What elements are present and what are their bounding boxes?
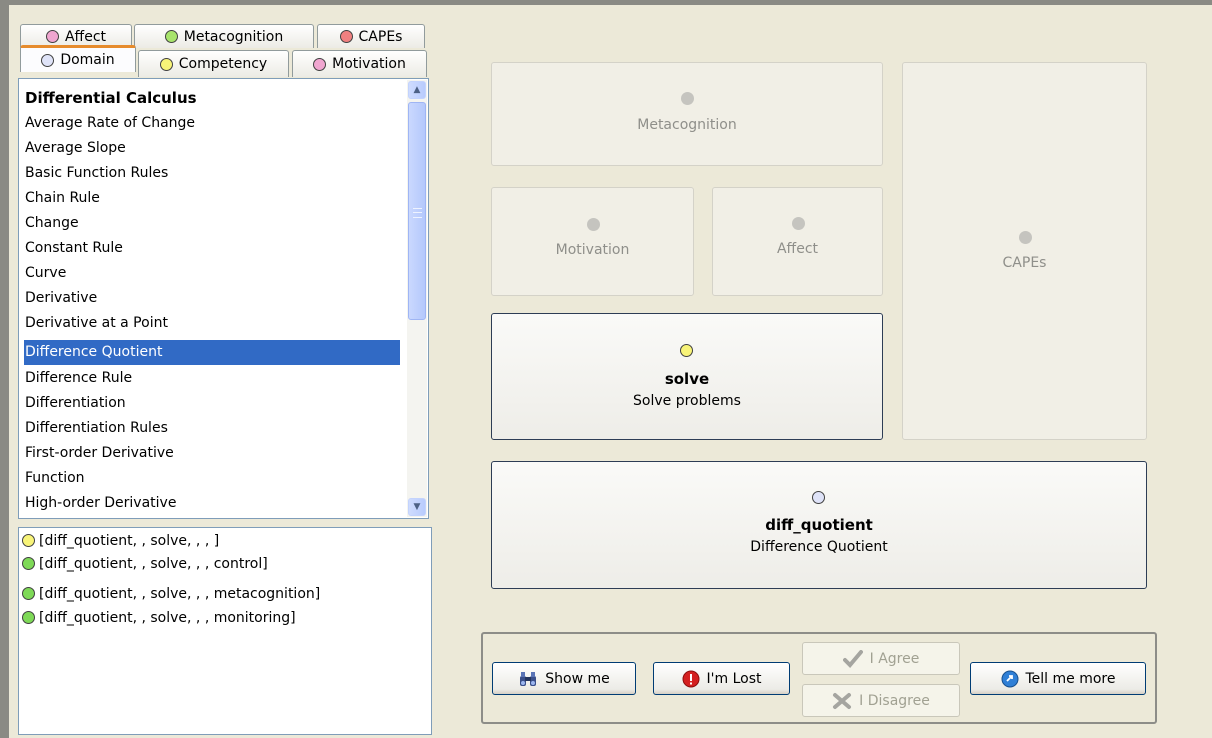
show-me-button[interactable]: Show me: [492, 662, 636, 695]
motivation-panel[interactable]: Motivation: [491, 187, 694, 296]
panel-label: CAPEs: [1002, 255, 1047, 271]
list-item[interactable]: Average Rate of Change: [24, 111, 400, 136]
list-item[interactable]: [diff_quotient, , solve, , , ]: [22, 529, 219, 552]
tab-label: Motivation: [332, 56, 406, 72]
action-bar: Show me I'm Lost I Agree I Disagree Tell…: [481, 632, 1157, 724]
panel-label: Affect: [776, 241, 819, 257]
list-item[interactable]: [diff_quotient, , solve, , , monitoring]: [22, 606, 296, 629]
list-item[interactable]: Basic Function Rules: [24, 161, 400, 186]
list-item[interactable]: Differentiation Rules: [24, 416, 400, 441]
blue-dot-icon: [812, 491, 825, 504]
scroll-down-button[interactable]: ▼: [408, 498, 426, 516]
panel-label: Metacognition: [637, 117, 737, 133]
list-item[interactable]: Chain Rule: [24, 186, 400, 211]
im-lost-button[interactable]: I'm Lost: [653, 662, 790, 695]
yellow-dot-icon: [680, 344, 693, 357]
green-dot-icon: [164, 30, 178, 43]
result-text: [diff_quotient, , solve, , , control]: [39, 555, 268, 572]
domain-description: Difference Quotient: [750, 539, 888, 555]
info-arrow-icon: [1001, 670, 1018, 687]
list-item[interactable]: [diff_quotient, , solve, , , metacogniti…: [22, 582, 320, 605]
tab-metacognition[interactable]: Metacognition: [134, 24, 314, 48]
yellow-dot-icon: [159, 57, 173, 71]
window-frame-left: [0, 0, 9, 738]
button-label: I'm Lost: [706, 670, 762, 687]
i-disagree-button[interactable]: I Disagree: [802, 684, 960, 717]
result-list[interactable]: [diff_quotient, , solve, , , ] [diff_quo…: [18, 527, 432, 735]
grey-dot-icon: [586, 218, 600, 231]
tab-label: Affect: [64, 28, 107, 45]
window-frame-top: [0, 0, 1212, 5]
domain-list[interactable]: Differential Calculus Average Rate of Ch…: [18, 78, 429, 519]
domain-panel[interactable]: diff_quotient Difference Quotient: [491, 461, 1147, 589]
chevron-down-icon: ▼: [413, 502, 421, 512]
metacognition-panel[interactable]: Metacognition: [491, 62, 883, 166]
list-item[interactable]: Function: [24, 466, 400, 491]
yellow-dot-icon: [22, 534, 35, 547]
blue-dot-icon: [41, 53, 55, 67]
chevron-up-icon: ▲: [413, 85, 421, 95]
list-item[interactable]: Derivative: [24, 286, 400, 311]
list-item[interactable]: High-order Derivative: [24, 491, 400, 516]
i-agree-button[interactable]: I Agree: [802, 642, 960, 675]
list-item[interactable]: Constant Rule: [24, 236, 400, 261]
binoculars-icon: [520, 671, 537, 686]
button-label: Tell me more: [1025, 670, 1116, 687]
tab-capes[interactable]: CAPEs: [317, 24, 425, 48]
tab-label: CAPEs: [358, 28, 403, 45]
button-label: I Disagree: [859, 692, 930, 709]
scroll-thumb[interactable]: [408, 102, 426, 320]
list-item-selected[interactable]: Difference Quotient: [24, 340, 400, 365]
tab-competency[interactable]: Competency: [138, 50, 289, 77]
pink-dot-icon: [45, 30, 59, 43]
tab-motivation[interactable]: Motivation: [292, 50, 427, 77]
tell-me-more-button[interactable]: Tell me more: [970, 662, 1146, 695]
check-icon: [842, 649, 863, 668]
vertical-scrollbar[interactable]: ▲ ▼: [407, 80, 427, 517]
list-item[interactable]: Derivative at a Point: [24, 311, 400, 336]
tab-label: Domain: [60, 52, 115, 68]
list-item[interactable]: Differentiation: [24, 391, 400, 416]
tab-domain[interactable]: Domain: [20, 45, 136, 72]
capes-panel[interactable]: CAPEs: [902, 62, 1147, 440]
result-text: [diff_quotient, , solve, , , monitoring]: [39, 609, 296, 626]
list-item[interactable]: [diff_quotient, , solve, , , control]: [22, 552, 268, 575]
alert-icon: [682, 670, 700, 687]
green-dot-icon: [22, 587, 35, 600]
scroll-up-button[interactable]: ▲: [408, 81, 426, 99]
button-label: I Agree: [869, 650, 920, 667]
tab-label: Metacognition: [183, 28, 284, 45]
list-item[interactable]: Curve: [24, 261, 400, 286]
grip-icon: [413, 208, 422, 218]
competency-description: Solve problems: [633, 393, 741, 409]
list-item[interactable]: First-order Derivative: [24, 441, 400, 466]
competency-code: solve: [664, 370, 710, 388]
list-item[interactable]: Difference Rule: [24, 366, 400, 391]
grey-dot-icon: [1018, 231, 1032, 244]
list-item[interactable]: Differential Calculus: [24, 86, 400, 111]
result-text: [diff_quotient, , solve, , , metacogniti…: [39, 585, 321, 602]
grey-dot-icon: [791, 217, 805, 230]
pink-dot-icon: [313, 57, 327, 71]
list-item[interactable]: Average Slope: [24, 136, 400, 161]
panel-label: Motivation: [555, 242, 630, 258]
competency-panel[interactable]: solve Solve problems: [491, 313, 883, 440]
grey-dot-icon: [681, 92, 694, 105]
cross-icon: [833, 692, 852, 709]
button-label: Show me: [545, 670, 610, 687]
tab-label: Competency: [178, 56, 268, 72]
list-item[interactable]: Change: [24, 211, 400, 236]
affect-panel[interactable]: Affect: [712, 187, 883, 296]
result-text: [diff_quotient, , solve, , , ]: [39, 532, 220, 549]
green-dot-icon: [22, 611, 35, 624]
red-dot-icon: [339, 30, 353, 43]
green-dot-icon: [22, 557, 35, 570]
domain-code: diff_quotient: [765, 516, 873, 534]
